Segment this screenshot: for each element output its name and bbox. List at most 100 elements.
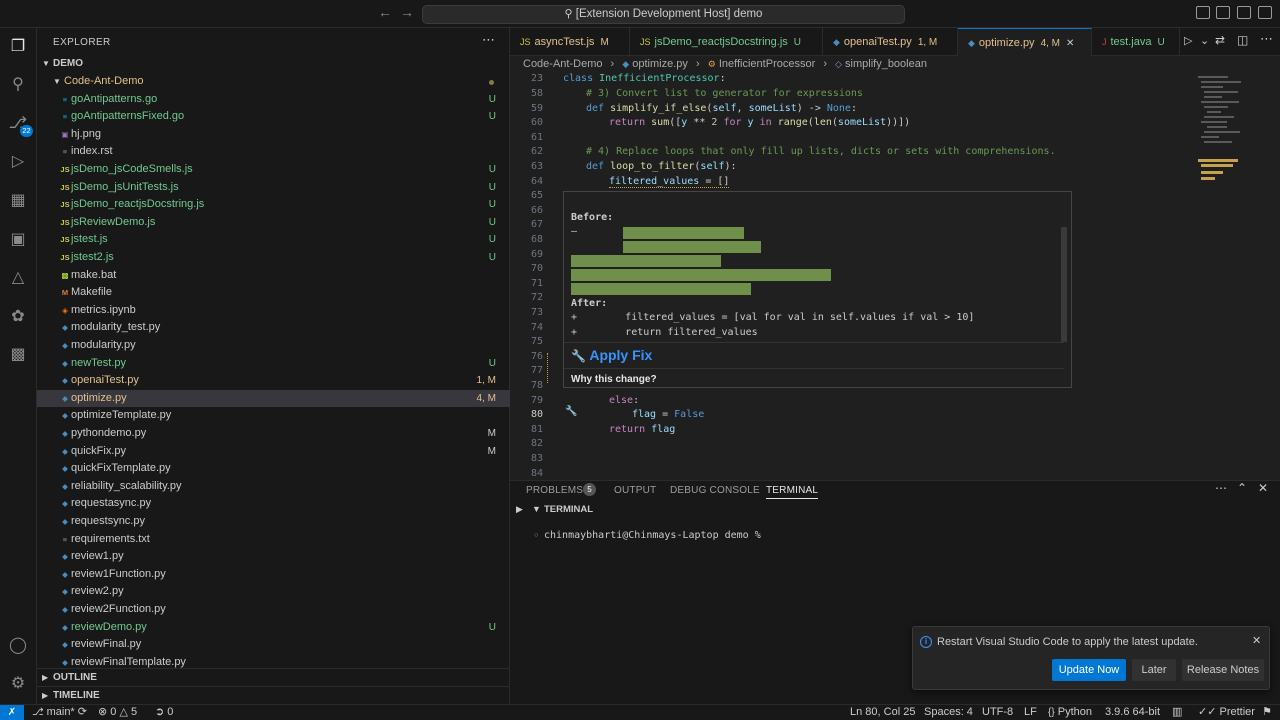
close-icon[interactable]: ✕ [1066,38,1074,49]
more-actions-icon[interactable]: ⋯ [1215,481,1227,495]
problems-indicator[interactable]: ⊗ 0 △ 5 [98,705,137,720]
editor-tab[interactable]: ◆ optimize.py 4, M ✕ [958,28,1092,56]
close-icon[interactable]: ✕ [1258,481,1268,495]
end-of-line[interactable]: LF [1024,705,1037,720]
copilot-icon[interactable]: ▥ [1172,705,1182,720]
file-row[interactable]: ◆ modularity.py [37,337,510,355]
chat-icon[interactable]: ▩ [8,345,28,365]
file-row[interactable]: ▣ hj.png [37,126,510,144]
more-actions-icon[interactable]: ⋯ [482,32,495,48]
file-row[interactable]: M Makefile [37,284,510,302]
breadcrumb-method[interactable]: simplify_boolean [845,58,927,70]
indentation[interactable]: Spaces: 4 [924,705,973,720]
chevron-down-icon[interactable]: ▼ [532,504,541,514]
lightbulb-icon[interactable]: 🔧 [565,406,577,417]
file-row[interactable]: ◆ openaiTest.py 1, M [37,372,510,390]
breadcrumb-file[interactable]: optimize.py [632,58,688,70]
why-change-link[interactable]: Why this change? [571,374,657,385]
outline-section[interactable]: ▶ OUTLINE [37,668,510,686]
forward-arrow-icon[interactable]: → [400,4,414,20]
timeline-section[interactable]: ▶ TIMELINE [37,686,510,704]
branch-indicator[interactable]: ⎇ main* ⟳ [32,705,87,720]
file-row[interactable]: JS jstest2.js U [37,249,510,267]
compare-changes-icon[interactable]: ⇄ [1215,33,1225,47]
breadcrumb-folder[interactable]: Code-Ant-Demo [523,58,602,70]
file-row[interactable]: ◈ metrics.ipynb [37,302,510,320]
file-row[interactable]: ◆ reviewDemo.py U [37,619,510,637]
file-row[interactable]: ◆ review2Function.py [37,601,510,619]
close-icon[interactable]: ✕ [1252,634,1261,647]
tab-output[interactable]: OUTPUT [614,483,656,499]
file-row[interactable]: ◆ review1Function.py [37,566,510,584]
file-row[interactable]: ◆ modularity_test.py [37,319,510,337]
breadcrumb-class[interactable]: InefficientProcessor [719,58,815,70]
python-interpreter[interactable]: 3.9.6 64-bit [1105,705,1160,720]
back-arrow-icon[interactable]: ← [378,4,392,20]
later-button[interactable]: Later [1132,659,1176,681]
more-actions-icon[interactable]: ⋯ [1260,31,1273,47]
encoding[interactable]: UTF-8 [982,705,1013,720]
file-row[interactable]: ◆ review2.py [37,583,510,601]
workspace-section[interactable]: ▼ DEMO [37,55,510,73]
file-row[interactable]: ◆ reviewFinal.py [37,636,510,654]
testing-icon[interactable]: △ [8,268,28,288]
remote-indicator-icon[interactable]: ✗ [0,705,24,720]
cursor-position[interactable]: Ln 80, Col 25 [850,705,915,720]
file-row[interactable]: ◆ newTest.py U [37,355,510,373]
explorer-icon[interactable]: ❐ [8,37,28,57]
run-icon[interactable]: ▷ [1184,34,1192,47]
customize-layout-icon[interactable] [1258,6,1272,19]
editor-tab[interactable]: JS asyncTest.js M [510,28,630,56]
file-row[interactable]: ◆ quickFix.py M [37,443,510,461]
file-row[interactable]: ≡ goAntipatterns.go U [37,91,510,109]
file-row[interactable]: JS jsDemo_jsUnitTests.js U [37,179,510,197]
tab-problems[interactable]: PROBLEMS [526,483,583,499]
extension-view-icon[interactable]: ✿ [8,307,28,327]
command-center[interactable]: ⚲ [Extension Development Host] demo [422,5,905,24]
ports-indicator[interactable]: ➲ 0 [155,705,173,720]
file-row[interactable]: ≡ requirements.txt [37,531,510,549]
folder-row[interactable]: ▼ Code-Ant-Demo [37,73,510,91]
prettier-indicator[interactable]: ✓✓ Prettier [1198,705,1255,720]
extensions-icon[interactable]: ▦ [8,191,28,211]
manage-gear-icon[interactable]: ⚙ [8,674,28,694]
hover-scrollbar[interactable] [1061,227,1067,342]
release-notes-button[interactable]: Release Notes [1182,659,1264,681]
language-mode[interactable]: {} Python [1048,705,1092,720]
maximize-panel-icon[interactable]: ⌃ [1237,481,1247,495]
search-view-icon[interactable]: ⚲ [8,75,28,95]
editor-tab[interactable]: Jtest.java U [1092,28,1180,56]
file-row[interactable]: ▩ make.bat [37,267,510,285]
file-row[interactable]: ≡ goAntipatternsFixed.go U [37,108,510,126]
toggle-primary-sidebar-icon[interactable] [1196,6,1210,19]
apply-fix-link[interactable]: 🔧 Apply Fix [571,347,652,363]
file-row[interactable]: JS jstest.js U [37,231,510,249]
file-row[interactable]: ◆ optimize.py 4, M [37,389,510,408]
file-row[interactable]: ◆ reliability_scalability.py [37,478,510,496]
file-row[interactable]: ◆ requestasync.py [37,495,510,513]
editor-tab[interactable]: JS jsDemo_reactjsDocstring.js U [630,28,823,56]
editor-tab[interactable]: ◆ openaiTest.py 1, M [823,28,958,56]
file-row[interactable]: ◆ quickFixTemplate.py [37,460,510,478]
file-row[interactable]: ◆ pythondemo.py M [37,425,510,443]
file-row[interactable]: JS jsReviewDemo.js U [37,214,510,232]
file-row[interactable]: JS jsDemo_reactjsDocstring.js U [37,196,510,214]
file-row[interactable]: ≡ index.rst [37,143,510,161]
chevron-down-icon[interactable]: ⌄ [1200,34,1209,47]
file-row[interactable]: JS jsDemo_jsCodeSmells.js U [37,161,510,179]
file-row[interactable]: ◆ requestsync.py [37,513,510,531]
tab-debug-console[interactable]: DEBUG CONSOLE [670,483,760,499]
notifications-bell-icon[interactable]: ⚑ [1262,705,1272,720]
minimap[interactable] [1195,73,1270,193]
accounts-icon[interactable]: ◯ [8,636,28,656]
toggle-secondary-sidebar-icon[interactable] [1237,6,1251,19]
remote-explorer-icon[interactable]: ▣ [8,230,28,250]
tab-terminal[interactable]: TERMINAL [766,483,819,499]
split-editor-icon[interactable]: ◫ [1237,33,1248,47]
toggle-panel-icon[interactable] [1216,6,1230,19]
update-now-button[interactable]: Update Now [1052,659,1126,681]
file-row[interactable]: ◆ review1.py [37,548,510,566]
file-row[interactable]: ◆ optimizeTemplate.py [37,407,510,425]
chevron-right-icon[interactable]: ▶ [516,504,523,515]
run-debug-icon[interactable]: ▷ [8,152,28,172]
